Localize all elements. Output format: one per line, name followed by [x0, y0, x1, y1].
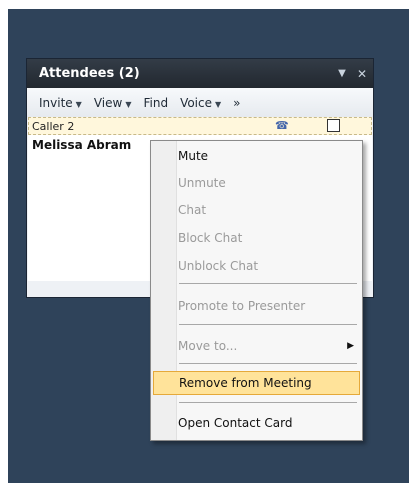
- voice-menu-button[interactable]: Voice ▼: [174, 96, 227, 110]
- menu-item-move-to[interactable]: Move to... ▶: [153, 334, 360, 358]
- view-menu-button[interactable]: View ▼: [88, 96, 138, 110]
- context-menu: Mute Unmute Chat Block Chat Unblock Chat…: [150, 140, 363, 441]
- menu-item-unmute[interactable]: Unmute: [153, 171, 360, 195]
- menu-item-mute[interactable]: Mute: [153, 144, 360, 168]
- chevron-down-icon[interactable]: ▼: [333, 68, 351, 79]
- find-button[interactable]: Find: [137, 96, 174, 110]
- menu-item-open-contact-card[interactable]: Open Contact Card: [153, 411, 360, 435]
- chevron-down-icon: ▼: [215, 99, 222, 109]
- menu-separator: [179, 402, 357, 403]
- attendee-row-caller[interactable]: Caller 2 ☎: [28, 117, 372, 135]
- chevron-down-icon: ▼: [75, 99, 82, 109]
- phone-icon: ☎: [275, 119, 289, 132]
- menu-separator: [179, 283, 357, 284]
- menu-separator: [179, 363, 357, 364]
- chevron-down-icon: ▼: [125, 99, 132, 109]
- attendee-name: Melissa Abram: [32, 138, 132, 152]
- menu-separator: [179, 324, 357, 325]
- menu-item-unblock-chat[interactable]: Unblock Chat: [153, 254, 360, 278]
- invite-menu-button[interactable]: Invite ▼: [33, 96, 88, 110]
- menu-item-label: Move to...: [178, 339, 238, 353]
- close-icon[interactable]: ✕: [351, 67, 373, 81]
- attendee-name: Caller 2: [32, 119, 75, 133]
- panel-titlebar: Attendees (2) ▼ ✕: [27, 59, 373, 88]
- panel-title: Attendees (2): [39, 66, 140, 81]
- menu-item-chat[interactable]: Chat: [153, 198, 360, 222]
- toolbar: Invite ▼ View ▼ Find Voice ▼ »: [27, 88, 373, 117]
- menu-item-remove-from-meeting[interactable]: Remove from Meeting: [153, 371, 360, 395]
- attendee-checkbox[interactable]: [327, 119, 340, 132]
- chevron-right-icon: ▶: [347, 341, 354, 351]
- menu-item-block-chat[interactable]: Block Chat: [153, 226, 360, 250]
- overflow-button[interactable]: »: [227, 96, 246, 110]
- menu-item-promote-to-presenter[interactable]: Promote to Presenter: [153, 294, 360, 318]
